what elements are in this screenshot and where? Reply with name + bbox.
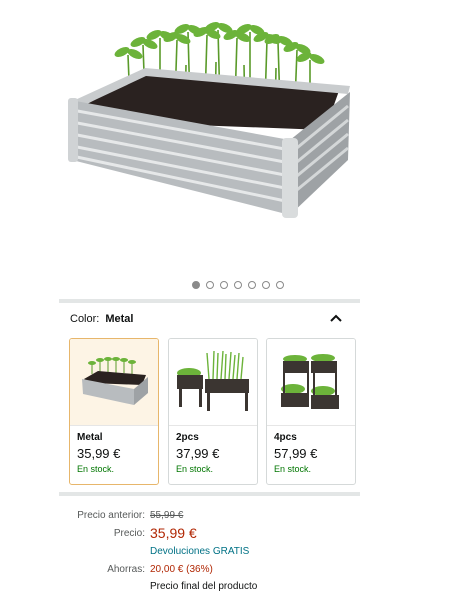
carousel-dot[interactable] [219,281,228,289]
carousel-dot[interactable] [275,281,284,289]
variant-name: 4pcs [274,432,297,443]
metal-bed-thumb-image [82,357,148,405]
price-label: Precio: [113,528,145,539]
carousel-dot[interactable] [191,281,200,289]
variant-price: 57,99 € [274,446,318,461]
savings-label: Ahorras: [107,564,145,575]
section-divider [59,492,360,496]
two-planters-thumb-image [177,350,249,411]
color-selector-header[interactable]: Color: Metal [70,313,350,329]
previous-price-value: 55,99 € [150,510,184,521]
variant-price: 37,99 € [176,446,220,461]
free-returns-link[interactable]: Devoluciones GRATIS [150,546,249,557]
color-value: Metal [105,313,134,325]
savings-value: 20,00 € (36%) [150,564,213,575]
variant-thumbnail [267,339,355,425]
variant-name: Metal [77,432,103,443]
image-carousel-dots[interactable] [0,276,475,294]
variant-name: 2pcs [176,432,199,443]
variant-option-4pcs[interactable]: 4pcs 57,99 € En stock. [266,338,356,485]
color-label: Color: [70,313,100,325]
variant-stock: En stock. [274,464,312,474]
variant-thumbnail [70,339,158,425]
final-price-note: Precio final del producto [150,581,258,592]
variant-price: 35,99 € [77,446,121,461]
variant-thumbnail [169,339,257,425]
variant-stock: En stock. [176,464,214,474]
variant-option-metal[interactable]: Metal 35,99 € En stock. [69,338,159,485]
chevron-up-icon[interactable] [326,309,346,329]
carousel-dot[interactable] [261,281,270,289]
four-planters-thumb-image [281,354,339,409]
product-main-image[interactable] [60,10,360,235]
variant-option-2pcs[interactable]: 2pcs 37,99 € En stock. [168,338,258,485]
section-divider [59,299,360,303]
price-value: 35,99 € [150,525,197,541]
carousel-dot[interactable] [205,281,214,289]
variant-stock: En stock. [77,464,115,474]
previous-price-label: Precio anterior: [77,510,145,521]
carousel-dot[interactable] [233,281,242,289]
carousel-dot[interactable] [247,281,256,289]
